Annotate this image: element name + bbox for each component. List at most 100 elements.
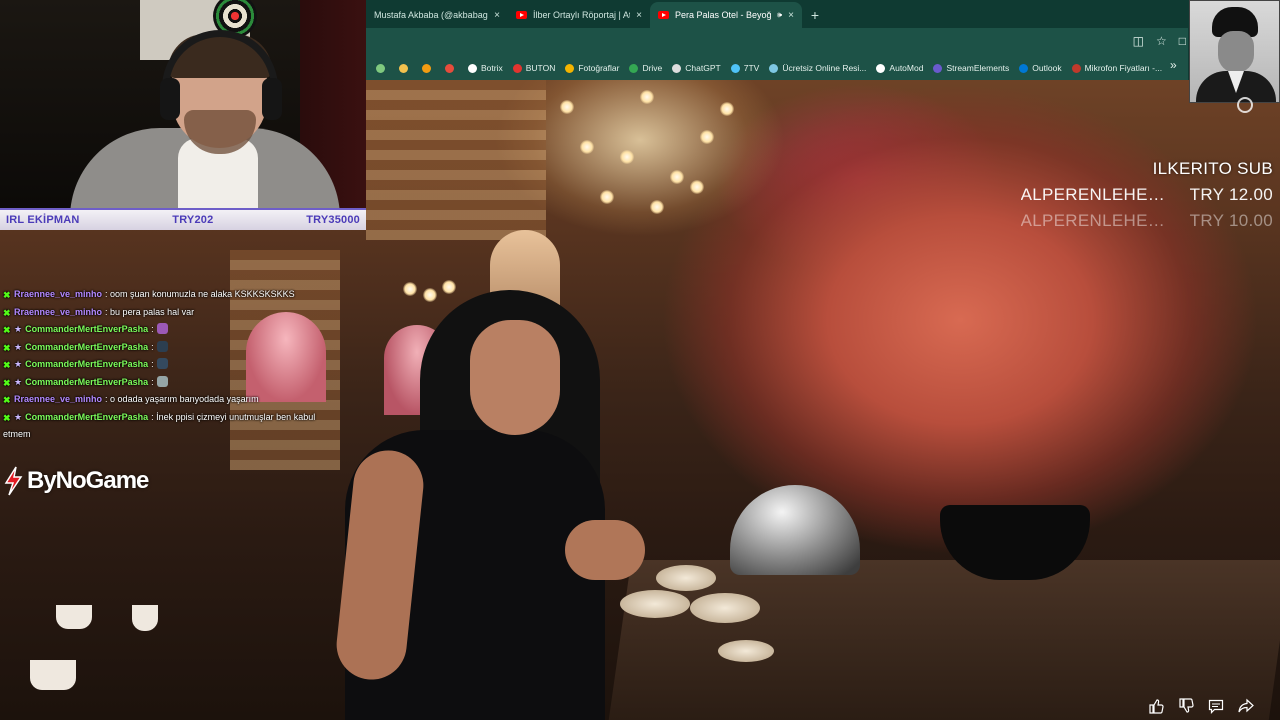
- bookmark-icon: [376, 63, 385, 73]
- chat-text: :: [151, 324, 154, 334]
- bookmark-chatgpt[interactable]: ChatGPT: [672, 63, 721, 73]
- webcam-feed: [0, 0, 366, 208]
- bookmark-drive[interactable]: Drive: [629, 63, 662, 73]
- bookmark-resim[interactable]: Ücretsiz Online Resi...: [769, 63, 866, 73]
- tab-title: İlber Ortaylı Röportaj | Atatürk: [533, 10, 630, 20]
- chat-username[interactable]: CommanderMertEnverPasha: [25, 412, 148, 422]
- tab-close-icon[interactable]: ×: [788, 10, 794, 21]
- headphone-earcup: [262, 78, 282, 120]
- video-controls: [1148, 698, 1254, 714]
- share-icon[interactable]: [1238, 698, 1254, 714]
- portrait-image: [1189, 0, 1280, 103]
- small-chandelier: [398, 270, 458, 310]
- settings-ring-icon[interactable]: [1237, 97, 1253, 113]
- address-bar: ◫ ☆ □: [366, 28, 1188, 56]
- bookmark-item[interactable]: [445, 63, 458, 73]
- bookmark-streamelements[interactable]: StreamElements: [933, 63, 1009, 73]
- silver-chafing-dish: [730, 485, 860, 575]
- kick-badge-icon: ✖: [3, 307, 11, 318]
- donation-alert-row: ALPERENLEHERY... TRY 12.00: [1021, 182, 1273, 208]
- chat-username[interactable]: Rraennee_ve_minho: [14, 307, 102, 317]
- 7tv-icon: [730, 63, 740, 73]
- speaker-icon[interactable]: 🕪: [777, 10, 782, 20]
- chat-username[interactable]: CommanderMertEnverPasha: [25, 359, 148, 369]
- thumbs-down-icon[interactable]: [1178, 698, 1194, 714]
- tab-close-icon[interactable]: ×: [636, 10, 642, 21]
- bookmarks-bar: Botrix BUTON Fotoğraflar Drive ChatGPT 7…: [366, 56, 1188, 80]
- tab-title: Mustafa Akbaba (@akbabagraph): [374, 10, 488, 20]
- bookmark-botrix[interactable]: Botrix: [468, 63, 503, 73]
- chat-text: :: [151, 341, 154, 352]
- bookmark-fotograflar[interactable]: Fotoğraflar: [565, 63, 619, 73]
- chandelier: [520, 80, 760, 220]
- tab-close-icon[interactable]: ×: [494, 10, 500, 21]
- chat-text: : oom şuan konumuzla ne alaka KSKKSKSKKS: [105, 289, 295, 299]
- donation-goal: TRY35000: [306, 214, 360, 226]
- outlook-icon: [1019, 63, 1029, 73]
- chat-text: : bu pera palas hal var: [105, 306, 195, 317]
- bynogame-logo: ByNoGame: [2, 466, 149, 496]
- chat-message: ✖ Rraennee_ve_minho: oom şuan konumuzla n…: [0, 286, 340, 304]
- glass: [132, 605, 158, 631]
- kick-badge-icon: ✖: [3, 412, 11, 423]
- buton-icon: [512, 63, 522, 73]
- plate-stack: [656, 565, 716, 591]
- bookmark-automod[interactable]: AutoMod: [876, 63, 923, 73]
- image-tool-icon: [769, 63, 779, 73]
- chat-emote-icon: [156, 375, 168, 387]
- plate: [690, 593, 760, 623]
- chat-username[interactable]: CommanderMertEnverPasha: [25, 324, 148, 334]
- cast-icon[interactable]: ◫: [1133, 34, 1144, 48]
- bookmark-outlook[interactable]: Outlook: [1019, 63, 1062, 73]
- bookmark-star-icon[interactable]: ☆: [1156, 34, 1167, 48]
- bookmark-item[interactable]: [422, 63, 435, 73]
- bookmark-item[interactable]: [376, 63, 389, 73]
- comment-icon[interactable]: [1208, 698, 1224, 714]
- donation-current: TRY202: [172, 214, 214, 226]
- plate: [718, 640, 774, 662]
- thumbs-up-icon[interactable]: [1148, 698, 1164, 714]
- sub-alert-title: ILKERITO SUB: [1152, 159, 1273, 178]
- kick-badge-icon: ✖: [3, 325, 11, 335]
- headphone-earcup: [160, 78, 180, 120]
- automod-icon: [876, 63, 886, 73]
- bookmarks-overflow-button[interactable]: »: [1170, 58, 1177, 72]
- teacup: [56, 605, 92, 629]
- bookmark-mikrofon[interactable]: Mikrofon Fiyatları -...: [1071, 63, 1162, 73]
- kick-badge-icon: ✖: [3, 342, 11, 353]
- chat-message: ✖ ★ CommanderMertEnverPasha:: [0, 339, 340, 357]
- subscriber-star-icon: ★: [14, 376, 23, 387]
- chat-message: ✖ ★ CommanderMertEnverPasha:: [0, 321, 340, 339]
- donation-goal-bar: IRL EKİPMAN TRY202 TRY35000: [0, 208, 366, 230]
- bookmark-buton[interactable]: BUTON: [512, 63, 555, 73]
- donor-name: ALPERENLEHERY...: [1020, 211, 1176, 230]
- sub-alerts: ILKERITO SUB ALPERENLEHERY... TRY 12.00 …: [1021, 156, 1273, 234]
- subscriber-star-icon: ★: [14, 411, 23, 422]
- subscriber-star-icon: ★: [14, 341, 23, 352]
- chat-username[interactable]: CommanderMertEnverPasha: [25, 377, 148, 387]
- portrait-face: [1218, 31, 1254, 73]
- chat-username[interactable]: Rraennee_ve_minho: [14, 289, 102, 299]
- plate: [620, 590, 690, 618]
- bookmark-item[interactable]: [399, 63, 412, 73]
- browser-tab[interactable]: İlber Ortaylı Röportaj | Atatürk ×: [508, 2, 650, 28]
- chat-emote-icon: [156, 340, 168, 352]
- bynogame-mark-icon: [4, 466, 23, 496]
- botrix-icon: [468, 63, 477, 73]
- extensions-icon[interactable]: □: [1179, 34, 1186, 48]
- donation-goal-label: IRL EKİPMAN: [6, 214, 80, 226]
- new-tab-button[interactable]: +: [802, 2, 828, 28]
- drive-icon: [629, 63, 639, 73]
- donation-alert-row: ALPERENLEHERY... TRY 10.00: [1021, 208, 1273, 234]
- teacup: [30, 660, 76, 690]
- youtube-icon: [658, 11, 669, 19]
- chat-message: ✖ ★ CommanderMertEnverPasha:: [0, 374, 340, 392]
- chat-overlay: ✖ Rraennee_ve_minho: oom şuan konumuzla n…: [0, 286, 340, 444]
- browser-tab[interactable]: Mustafa Akbaba (@akbabagraph) ×: [366, 2, 508, 28]
- subscriber-star-icon: ★: [14, 359, 23, 369]
- browser-tab-active[interactable]: Pera Palas Otel - Beyoğlu'n 🕪 ×: [650, 2, 802, 28]
- chat-username[interactable]: CommanderMertEnverPasha: [25, 342, 148, 352]
- chat-username[interactable]: Rraennee_ve_minho: [14, 394, 102, 404]
- bookmark-7tv[interactable]: 7TV: [730, 63, 759, 73]
- bynogame-wordmark: ByNoGame: [27, 467, 149, 494]
